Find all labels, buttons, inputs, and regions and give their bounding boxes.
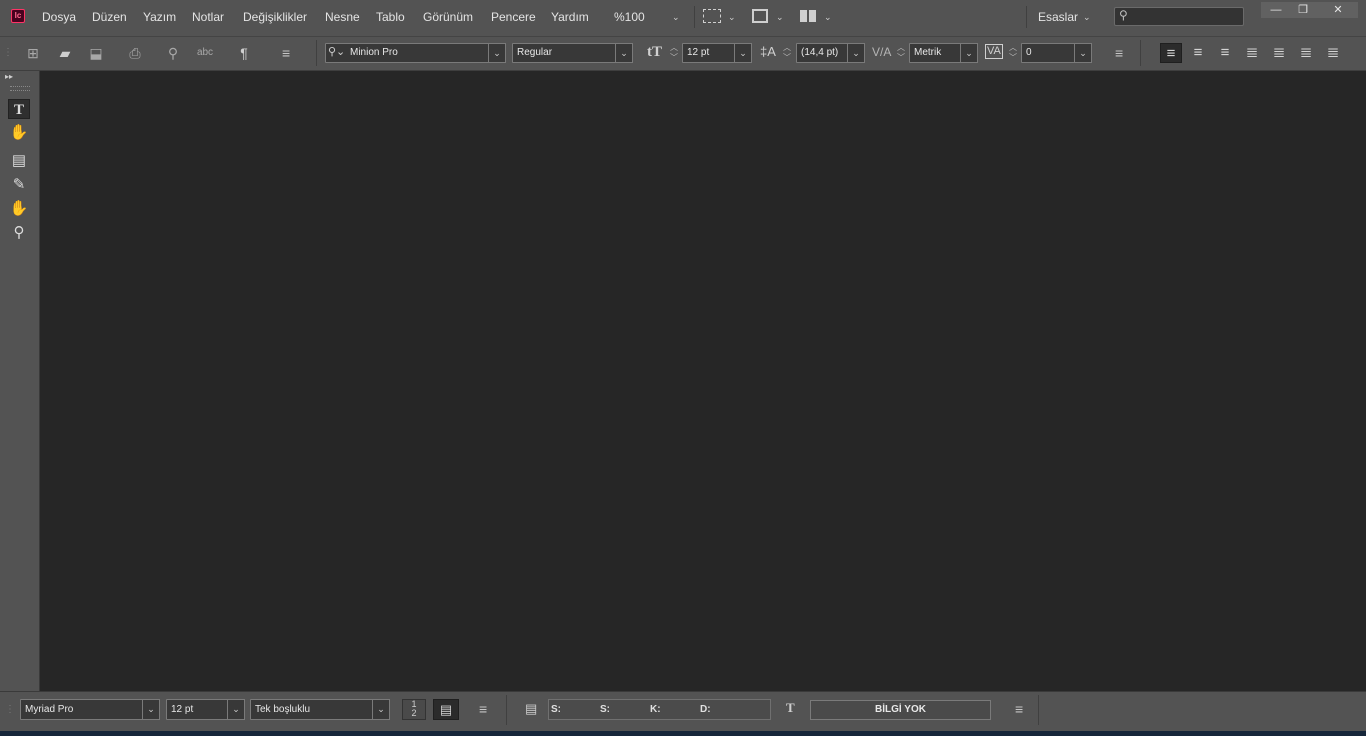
screen-mode-icon[interactable] bbox=[752, 9, 768, 23]
spellcheck-icon[interactable]: abc bbox=[195, 44, 215, 62]
story-size-dropdown[interactable]: ⌄ bbox=[227, 699, 245, 720]
find-icon[interactable]: ⚲ bbox=[163, 44, 183, 62]
font-size-stepper[interactable]: ︿ ﹀ bbox=[668, 43, 680, 63]
justify-left-icon[interactable]: ≣ bbox=[1241, 43, 1263, 63]
font-size-icon: tT bbox=[647, 44, 662, 60]
menu-tablo[interactable]: Tablo bbox=[376, 10, 405, 24]
grip-handle[interactable]: ⋮ bbox=[5, 700, 15, 720]
menu-icon[interactable]: ≡ bbox=[282, 45, 290, 61]
search-input[interactable] bbox=[1114, 7, 1244, 26]
coord-label-s1: S: bbox=[551, 704, 561, 715]
menu-notlar[interactable]: Notlar bbox=[192, 10, 224, 24]
line-spacing-field[interactable]: Tek boşluklu bbox=[250, 699, 374, 720]
search-icon: ⚲ bbox=[1119, 8, 1128, 22]
leading-stepper[interactable]: ︿ ﹀ bbox=[781, 43, 793, 63]
menu-duzen[interactable]: Düzen bbox=[92, 10, 127, 24]
story-font-field[interactable]: Myriad Pro bbox=[20, 699, 144, 720]
leading-field[interactable]: (14,4 pt) bbox=[796, 43, 848, 63]
document-canvas[interactable] bbox=[40, 71, 1366, 691]
coord-label-d: D: bbox=[700, 704, 711, 715]
save-icon[interactable]: ⬓ bbox=[86, 44, 106, 62]
align-left-icon[interactable]: ≡ bbox=[1160, 43, 1182, 63]
menu-degisiklikler[interactable]: Değişiklikler bbox=[243, 10, 307, 24]
app-logo: Ic bbox=[11, 9, 25, 23]
expand-panel-icon[interactable]: ▸▸ bbox=[5, 72, 13, 81]
divider bbox=[506, 695, 507, 725]
font-family-field[interactable]: Minion Pro bbox=[325, 43, 489, 63]
frame-info-icon: ▤ bbox=[525, 701, 538, 716]
text-info-icon: T bbox=[786, 700, 795, 715]
divider bbox=[1038, 695, 1039, 725]
taskbar-strip bbox=[0, 731, 1366, 736]
open-icon[interactable]: ▰ bbox=[55, 44, 75, 62]
arrange-documents-icon[interactable] bbox=[800, 10, 816, 22]
note-tool-icon[interactable]: ▤ bbox=[8, 151, 30, 171]
font-size-dropdown[interactable]: ⌄ bbox=[734, 43, 752, 63]
divider bbox=[316, 40, 317, 66]
justify-center-icon[interactable]: ≣ bbox=[1268, 43, 1290, 63]
font-style-field[interactable]: Regular bbox=[512, 43, 616, 63]
minimize-button[interactable]: — bbox=[1261, 2, 1291, 18]
coord-label-s2: S: bbox=[600, 704, 610, 715]
menu-yardim[interactable]: Yardım bbox=[551, 10, 589, 24]
new-document-icon[interactable]: ⊞ bbox=[23, 44, 43, 62]
kerning-field[interactable]: Metrik bbox=[909, 43, 961, 63]
tracking-field[interactable]: 0 bbox=[1021, 43, 1075, 63]
zoom-level[interactable]: %100 bbox=[614, 10, 645, 24]
tracking-stepper[interactable]: ︿ ﹀ bbox=[1007, 43, 1019, 63]
font-style-dropdown[interactable]: ⌄ bbox=[615, 43, 633, 63]
menu-pencere[interactable]: Pencere bbox=[491, 10, 536, 24]
menu-dosya[interactable]: Dosya bbox=[42, 10, 76, 24]
workspace-switcher[interactable]: Esaslar bbox=[1038, 10, 1078, 24]
info-menu-icon[interactable]: ≡ bbox=[1015, 701, 1023, 717]
restore-button[interactable]: ❐ bbox=[1288, 2, 1318, 18]
control-bar-menu-icon[interactable]: ≡ bbox=[1115, 45, 1123, 61]
eyedropper-icon[interactable]: ✎ bbox=[8, 175, 30, 195]
line-numbers-icon[interactable]: 12 bbox=[402, 699, 426, 720]
pilcrow-icon[interactable]: ¶ bbox=[234, 44, 254, 62]
zoom-icon[interactable]: ⚲ bbox=[8, 223, 30, 243]
kerning-icon: V/A bbox=[872, 45, 892, 59]
line-spacing-dropdown[interactable]: ⌄ bbox=[372, 699, 390, 720]
coord-label-k: K: bbox=[650, 704, 661, 715]
justify-all-icon[interactable]: ≣ bbox=[1322, 43, 1344, 63]
font-size-field[interactable]: 12 pt bbox=[682, 43, 735, 63]
screen-mode-chevron-icon[interactable]: ⌄ bbox=[776, 12, 784, 23]
view-options-chevron-icon[interactable]: ⌄ bbox=[728, 12, 736, 23]
close-button[interactable]: ✕ bbox=[1318, 2, 1358, 18]
leading-icon: ‡A bbox=[760, 44, 776, 59]
workspace-chevron-icon[interactable]: ⌄ bbox=[1083, 12, 1091, 23]
menu-nesne[interactable]: Nesne bbox=[325, 10, 360, 24]
align-right-icon[interactable]: ≡ bbox=[1214, 43, 1236, 63]
menu-gorunum[interactable]: Görünüm bbox=[423, 10, 473, 24]
divider bbox=[694, 6, 695, 28]
font-family-dropdown[interactable]: ⌄ bbox=[488, 43, 506, 63]
arrange-chevron-icon[interactable]: ⌄ bbox=[824, 12, 832, 23]
print-icon[interactable]: ⎙ bbox=[125, 44, 145, 62]
info-box: BİLGİ YOK bbox=[810, 700, 991, 720]
hand-icon[interactable]: ✋ bbox=[8, 199, 30, 219]
type-tool-icon[interactable]: T bbox=[8, 99, 30, 119]
story-size-field[interactable]: 12 pt bbox=[166, 699, 228, 720]
view-options-icon[interactable] bbox=[703, 9, 721, 23]
grip-handle[interactable]: ⋮ bbox=[3, 44, 13, 62]
kerning-stepper[interactable]: ︿ ﹀ bbox=[895, 43, 907, 63]
font-search-icon: ⚲⌄ bbox=[328, 46, 346, 58]
kerning-dropdown[interactable]: ⌄ bbox=[960, 43, 978, 63]
menu-yazim[interactable]: Yazım bbox=[143, 10, 176, 24]
tracking-icon: VA bbox=[985, 44, 1003, 59]
story-view-icon[interactable]: ▤ bbox=[433, 699, 459, 720]
status-menu-icon[interactable]: ≡ bbox=[479, 701, 487, 717]
justify-right-icon[interactable]: ≣ bbox=[1295, 43, 1317, 63]
divider bbox=[1140, 40, 1141, 66]
tracking-dropdown[interactable]: ⌄ bbox=[1074, 43, 1092, 63]
leading-dropdown[interactable]: ⌄ bbox=[847, 43, 865, 63]
divider bbox=[1026, 6, 1027, 28]
story-font-dropdown[interactable]: ⌄ bbox=[142, 699, 160, 720]
toolbox-grip[interactable] bbox=[10, 86, 30, 91]
align-center-icon[interactable]: ≡ bbox=[1187, 43, 1209, 63]
zoom-chevron-icon[interactable]: ⌄ bbox=[672, 12, 680, 23]
position-tool-icon[interactable]: ✋ bbox=[8, 123, 30, 143]
